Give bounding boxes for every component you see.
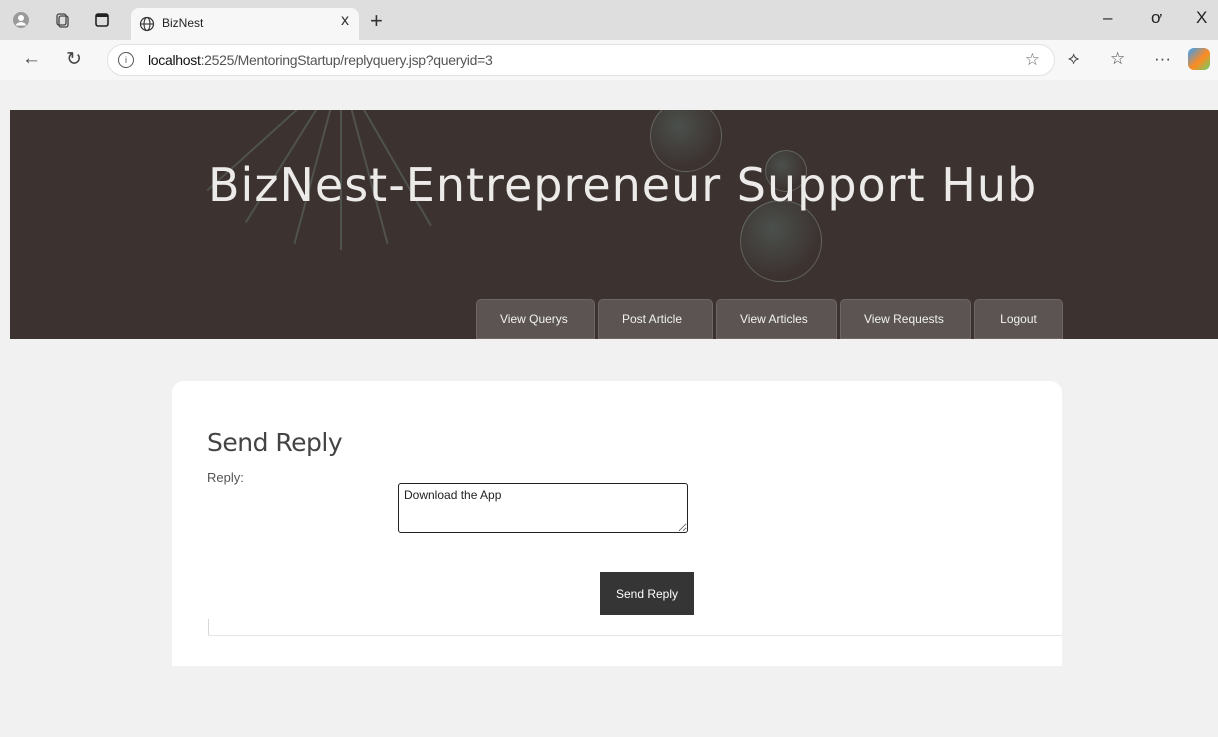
menu-logout[interactable]: Logout [974, 299, 1063, 339]
favorite-star-icon[interactable]: ☆ [1025, 50, 1040, 70]
favorites-icon[interactable]: ☆ [1110, 49, 1125, 69]
minimize-button[interactable]: – [1103, 8, 1112, 28]
address-bar[interactable]: i localhost:2525/MentoringStartup/replyq… [107, 44, 1055, 76]
new-tab-button[interactable]: + [370, 8, 383, 34]
close-tab-icon[interactable]: x [341, 12, 349, 30]
main-menu: View Querys Post Article View Articles V… [476, 299, 1063, 339]
copilot-icon[interactable] [1188, 48, 1210, 70]
refresh-icon[interactable]: ↻ [66, 48, 82, 71]
form-heading: Send Reply [207, 428, 343, 457]
reply-textarea[interactable]: Download the App [398, 483, 688, 533]
reply-card: Send Reply Reply: Download the App Send … [172, 381, 1062, 666]
divider [208, 635, 1062, 636]
vertical-tabs-icon[interactable] [92, 10, 112, 30]
restore-button[interactable]: ơ [1151, 8, 1162, 28]
menu-view-requests[interactable]: View Requests [840, 299, 971, 339]
browser-tab[interactable]: BizNest x [131, 8, 359, 40]
profile-icon[interactable] [11, 10, 31, 30]
extensions-icon[interactable]: ⟡ [1068, 49, 1079, 69]
globe-icon [139, 16, 155, 32]
send-reply-button[interactable]: Send Reply [600, 572, 694, 615]
close-window-button[interactable]: X [1196, 8, 1207, 28]
tab-title: BizNest [162, 16, 204, 30]
page-content: BizNest-Entrepreneur Support Hub View Qu… [10, 80, 1218, 737]
header-bubble [740, 200, 822, 282]
site-header: BizNest-Entrepreneur Support Hub View Qu… [10, 110, 1218, 339]
menu-view-querys[interactable]: View Querys [476, 299, 595, 339]
divider [208, 619, 209, 635]
url-text[interactable]: localhost:2525/MentoringStartup/replyque… [148, 52, 493, 68]
menu-post-article[interactable]: Post Article [598, 299, 713, 339]
menu-view-articles[interactable]: View Articles [716, 299, 837, 339]
site-info-icon[interactable]: i [118, 52, 134, 68]
site-title: BizNest-Entrepreneur Support Hub [208, 158, 1038, 212]
back-icon[interactable]: ← [22, 48, 41, 70]
browser-tab-bar: BizNest x + – ơ X [0, 0, 1218, 40]
more-menu-icon[interactable]: ··· [1154, 49, 1171, 69]
browser-nav-bar: ← ↻ i localhost:2525/MentoringStartup/re… [0, 40, 1218, 80]
workspaces-icon[interactable] [52, 10, 72, 30]
reply-label: Reply: [207, 470, 244, 485]
